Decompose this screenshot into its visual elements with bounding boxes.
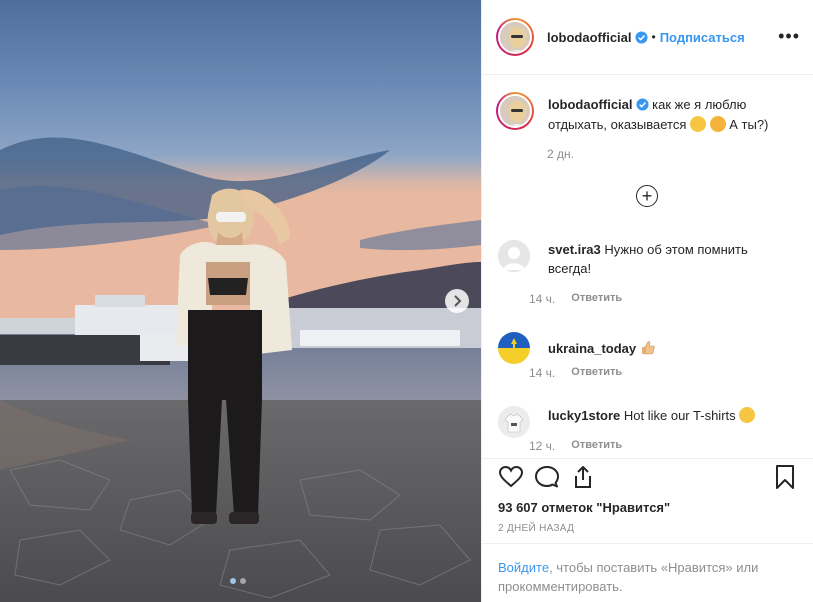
commenter-username[interactable]: lucky1store (548, 408, 620, 423)
caption-author-avatar[interactable] (496, 92, 534, 130)
verified-badge-icon (635, 98, 649, 111)
avatar-image (500, 96, 530, 126)
reply-button[interactable]: Ответить (571, 292, 622, 306)
author-avatar[interactable] (496, 18, 534, 56)
post-caption: lobodaofficial как же я люблю отдыхать, … (496, 92, 806, 135)
comment-time[interactable]: 12 ч. (529, 439, 555, 453)
commenter-avatar[interactable] (498, 406, 530, 438)
comment-meta-row: 14 ч. Ответить (498, 292, 798, 306)
login-prompt: Войдите, чтобы поставить «Нравится» или … (482, 543, 813, 602)
caption-time[interactable]: 2 дн. (547, 147, 574, 161)
caption-username[interactable]: lobodaofficial (548, 97, 633, 112)
caption-ending: А ты?) (729, 117, 769, 132)
post-actions: 93 607 отметок "Нравится" 2 ДНЕЙ НАЗАД В… (482, 458, 813, 602)
carousel-dot-active (230, 578, 236, 584)
comment-item: svet.ira3 Нужно об этом помнить всегда! (498, 240, 798, 278)
caption-text: lobodaofficial как же я люблю отдыхать, … (548, 95, 788, 135)
thumbs-up-emoji-icon (640, 340, 656, 361)
grinning-sweat-emoji-icon (690, 116, 706, 132)
comment-text: Hot like our T-shirts (623, 408, 736, 423)
follow-button[interactable]: Подписаться (660, 30, 745, 45)
comment-time[interactable]: 14 ч. (529, 366, 555, 380)
tshirt-avatar-icon (498, 406, 530, 438)
header-separator: • (651, 30, 656, 44)
more-options-icon[interactable]: ••• (778, 27, 800, 45)
post-timestamp[interactable]: 2 ДНЕЙ НАЗАД (498, 523, 574, 534)
post-header: lobodaofficial • Подписаться ••• (482, 0, 813, 75)
carousel-indicator (230, 578, 246, 584)
heart-icon[interactable] (498, 464, 524, 490)
grinning-emoji-icon (739, 407, 756, 423)
action-icons-row (496, 464, 802, 496)
commenter-username[interactable]: svet.ira3 (548, 242, 601, 257)
share-icon[interactable] (570, 464, 596, 490)
bookmark-icon[interactable] (772, 464, 798, 490)
author-username[interactable]: lobodaofficial (547, 30, 632, 45)
post-photo[interactable] (0, 0, 481, 602)
default-avatar-icon (498, 240, 530, 272)
comment-item: ukraina_today (498, 332, 798, 364)
commenter-username[interactable]: ukraina_today (548, 341, 636, 356)
commenter-avatar[interactable] (498, 332, 530, 364)
instagram-post: lobodaofficial • Подписаться ••• lobodao… (0, 0, 813, 602)
comments-list[interactable]: lobodaofficial как же я люблю отдыхать, … (482, 75, 813, 458)
reply-button[interactable]: Ответить (571, 366, 622, 380)
reply-button[interactable]: Ответить (571, 439, 622, 453)
carousel-next-button[interactable] (445, 289, 469, 313)
verified-badge-icon (634, 30, 648, 44)
photo-scene (0, 0, 481, 602)
comment-icon[interactable] (534, 464, 560, 490)
commenter-avatar[interactable] (498, 240, 530, 272)
login-link[interactable]: Войдите (498, 560, 549, 575)
chevron-right-icon (454, 295, 462, 307)
comment-meta-row: 14 ч. Ответить (498, 366, 798, 380)
comment-time[interactable]: 14 ч. (529, 292, 555, 306)
likes-count[interactable]: 93 607 отметок "Нравится" (498, 500, 670, 515)
avatar-image (500, 22, 530, 52)
comment-item: lucky1store Hot like our T-shirts (498, 406, 798, 438)
post-side-panel: lobodaofficial • Подписаться ••• lobodao… (481, 0, 813, 602)
heart-eyes-emoji-icon (709, 116, 726, 132)
load-more-comments-button[interactable]: + (636, 185, 658, 207)
comment-meta-row: 12 ч. Ответить (498, 439, 798, 453)
ukraine-flag-avatar-icon (498, 332, 530, 364)
carousel-dot (240, 578, 246, 584)
